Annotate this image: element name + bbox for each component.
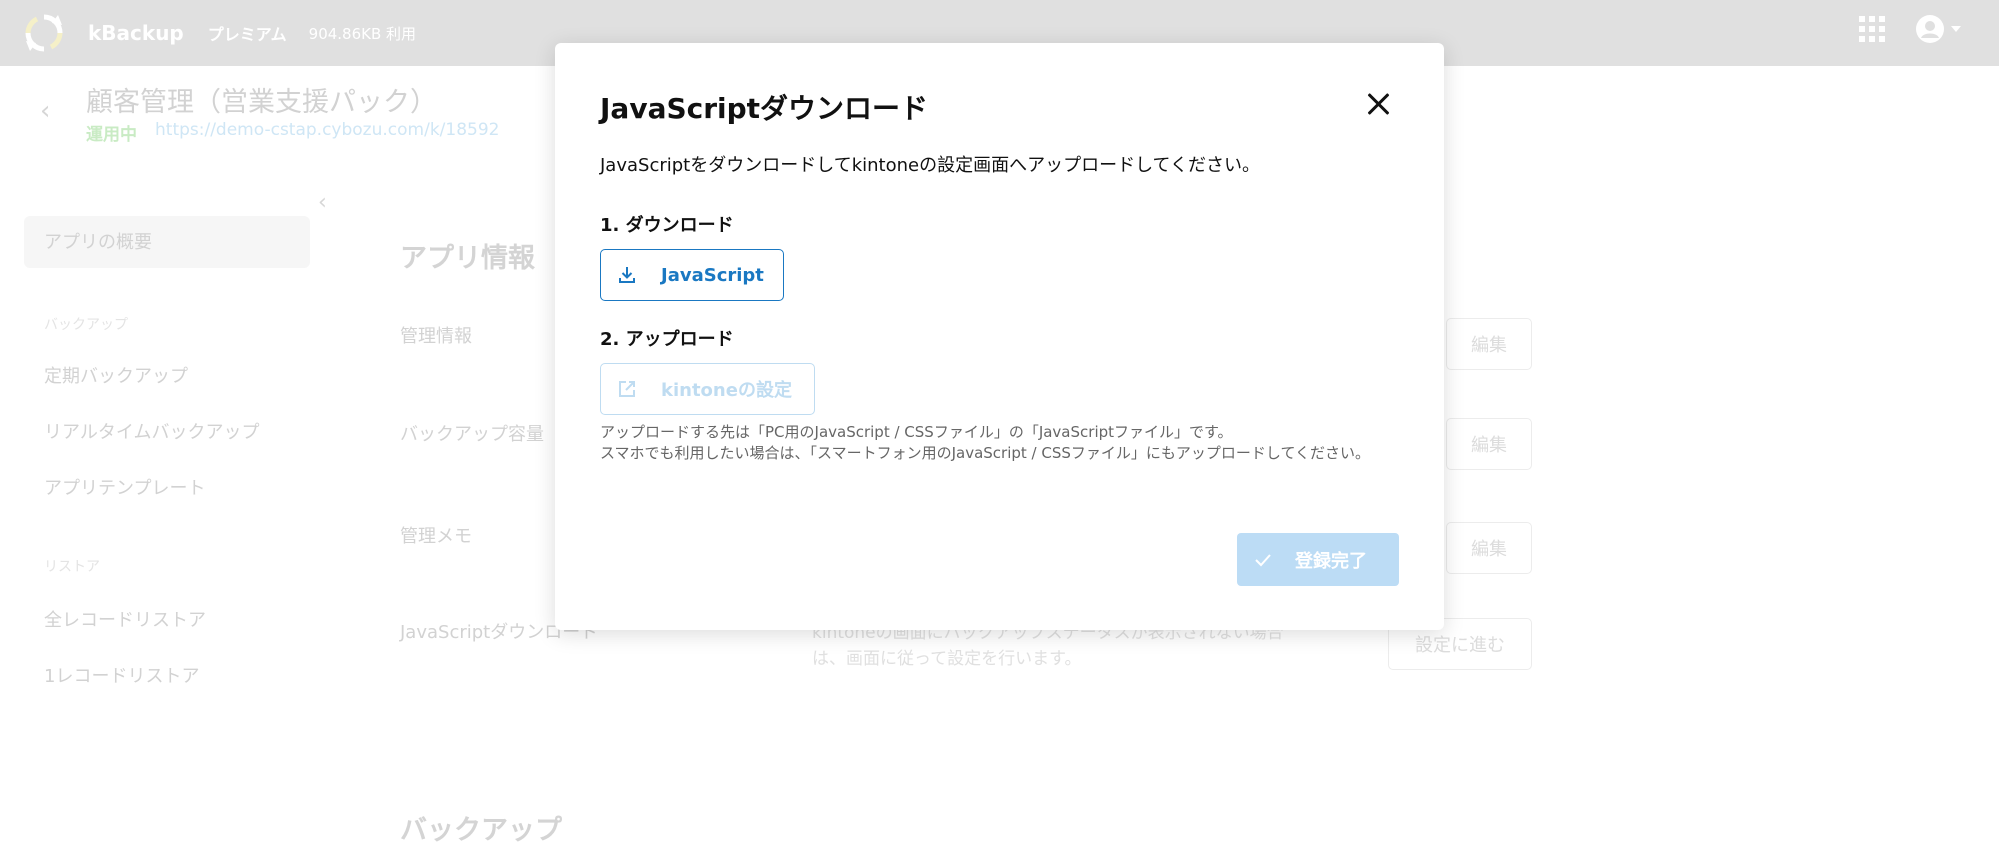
modal-title: JavaScriptダウンロード	[600, 92, 929, 125]
js-download-modal: JavaScriptダウンロード JavaScriptをダウンロードしてkint…	[555, 43, 1444, 630]
external-link-icon	[619, 381, 635, 397]
download-javascript-label: JavaScript	[661, 264, 764, 286]
registration-complete-label: 登録完了	[1295, 550, 1367, 572]
step-upload-label: 2. アップロード	[600, 329, 734, 350]
upload-note-line1: アップロードする先は「PC用のJavaScript / CSSファイル」の「Ja…	[600, 423, 1233, 441]
upload-note: アップロードする先は「PC用のJavaScript / CSSファイル」の「Ja…	[600, 422, 1400, 464]
kintone-settings-button[interactable]: kintoneの設定	[600, 363, 815, 415]
registration-complete-button[interactable]: 登録完了	[1237, 533, 1399, 586]
upload-note-line2: スマホでも利用したい場合は、「スマートフォン用のJavaScript / CSS…	[600, 444, 1371, 462]
kintone-settings-label: kintoneの設定	[661, 380, 792, 401]
modal-description: JavaScriptをダウンロードしてkintoneの設定画面へアップロードして…	[600, 155, 1260, 176]
download-icon	[619, 267, 635, 283]
check-icon	[1255, 553, 1271, 566]
step-download-label: 1. ダウンロード	[600, 215, 734, 236]
download-javascript-button[interactable]: JavaScript	[600, 249, 784, 301]
close-icon[interactable]	[1366, 91, 1392, 117]
